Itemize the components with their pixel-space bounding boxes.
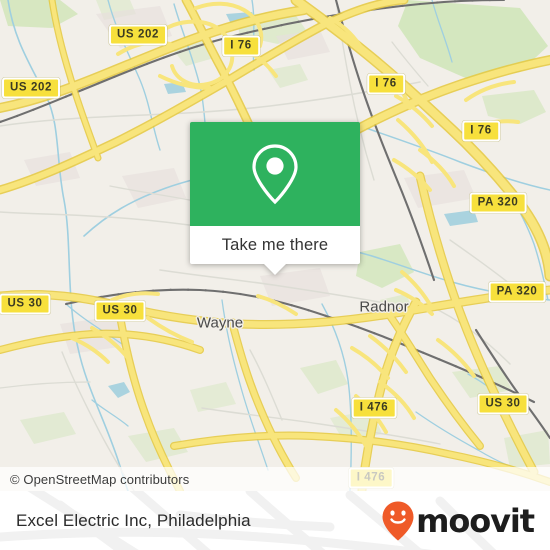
moovit-wordmark: moovit xyxy=(416,501,535,540)
moovit-logo[interactable]: moovit xyxy=(381,500,535,542)
moovit-pin-smiley-icon xyxy=(382,501,414,540)
highway-shield-us-202-north: US 202 xyxy=(109,24,167,46)
osm-attribution-text[interactable]: © OpenStreetMap contributors xyxy=(0,472,189,487)
place-label-radnor: Radnor xyxy=(359,298,409,316)
highway-shield-us-30-center: US 30 xyxy=(94,300,146,322)
highway-shield-i-76-right: I 76 xyxy=(367,73,405,95)
highway-shield-i-76-top: I 76 xyxy=(222,35,260,57)
take-me-there-button[interactable]: Take me there xyxy=(222,236,329,255)
location-callout-card[interactable]: Take me there xyxy=(190,122,360,275)
highway-shield-i-476-upper: I 476 xyxy=(351,397,397,419)
highway-shield-us-30-west: US 30 xyxy=(0,293,51,315)
map-screenshot: .road-case{fill:none;stroke:#e8d55f;stro… xyxy=(0,0,550,550)
map-attribution-bar: © OpenStreetMap contributors xyxy=(0,467,550,491)
location-title: Excel Electric Inc, Philadelphia xyxy=(16,510,251,530)
footer-bar: Excel Electric Inc, Philadelphia moovit xyxy=(0,491,550,550)
highway-shield-i-76-east: I 76 xyxy=(462,120,500,142)
highway-shield-pa-320-north: PA 320 xyxy=(469,192,527,214)
callout-tail xyxy=(264,264,286,275)
highway-shield-pa-320-south: PA 320 xyxy=(488,281,546,303)
highway-shield-us-202-west: US 202 xyxy=(2,77,60,99)
place-label-wayne: Wayne xyxy=(196,314,244,332)
map-pin-icon xyxy=(252,144,298,205)
callout-action-bar[interactable]: Take me there xyxy=(190,226,360,275)
map-canvas[interactable]: .road-case{fill:none;stroke:#e8d55f;stro… xyxy=(0,0,550,491)
callout-pin-panel xyxy=(190,122,360,226)
highway-shield-us-30-east: US 30 xyxy=(477,393,529,415)
